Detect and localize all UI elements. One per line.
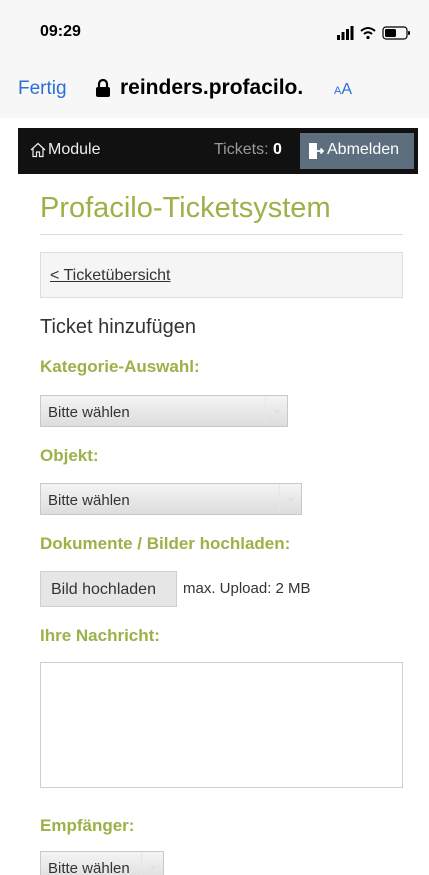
home-icon	[30, 142, 46, 158]
recipient-select[interactable]: Bitte wählen	[40, 851, 164, 875]
category-select[interactable]: Bitte wählen	[40, 395, 288, 427]
text-size-large: A	[341, 81, 353, 98]
logout-button[interactable]: Abmelden	[300, 133, 414, 169]
chevron-down-icon	[279, 484, 301, 514]
breadcrumb-box: < Ticketübersicht	[40, 252, 403, 298]
top-navbar: Module Tickets: 0 Abmelden	[18, 128, 418, 174]
tickets-label: Tickets:	[214, 141, 269, 158]
recipient-label: Empfänger:	[40, 816, 135, 835]
recipient-select-value: Bitte wählen	[48, 860, 130, 875]
browser-url-bar: Fertig reinders.profacilo. AA	[0, 64, 429, 118]
upload-size-hint: max. Upload: 2 MB	[183, 580, 311, 597]
module-link[interactable]: Module	[48, 141, 100, 159]
signal-icon	[337, 26, 354, 40]
logout-label: Abmelden	[327, 141, 400, 158]
status-bar: 09:29	[0, 0, 429, 64]
status-time: 09:29	[40, 23, 81, 40]
text-size-button[interactable]: AA	[334, 81, 352, 99]
url-domain[interactable]: reinders.profacilo.	[120, 76, 303, 100]
upload-button-label: Bild hochladen	[51, 581, 156, 598]
category-select-value: Bitte wählen	[48, 404, 130, 421]
logout-icon	[308, 142, 325, 160]
message-textarea[interactable]	[40, 662, 403, 788]
lock-icon	[95, 78, 111, 98]
ticket-overview-link[interactable]: < Ticketübersicht	[50, 267, 171, 285]
tickets-counter[interactable]: Tickets: 0	[214, 141, 282, 159]
message-label: Ihre Nachricht:	[40, 626, 160, 645]
chevron-down-icon	[141, 852, 163, 875]
object-select[interactable]: Bitte wählen	[40, 483, 302, 515]
chevron-down-icon	[265, 396, 287, 426]
upload-image-button[interactable]: Bild hochladen	[40, 571, 177, 607]
wifi-icon	[360, 27, 376, 40]
title-divider	[40, 234, 403, 235]
category-label: Kategorie-Auswahl:	[40, 357, 200, 376]
tickets-count: 0	[272, 141, 282, 158]
object-label: Objekt:	[40, 446, 99, 465]
battery-icon	[382, 26, 410, 40]
form-heading: Ticket hinzufügen	[40, 316, 197, 338]
status-icons	[337, 25, 417, 41]
object-select-value: Bitte wählen	[48, 492, 130, 509]
upload-label: Dokumente / Bilder hochladen:	[40, 534, 291, 553]
done-button[interactable]: Fertig	[18, 78, 67, 100]
page-title: Profacilo-Ticketsystem	[40, 192, 331, 224]
